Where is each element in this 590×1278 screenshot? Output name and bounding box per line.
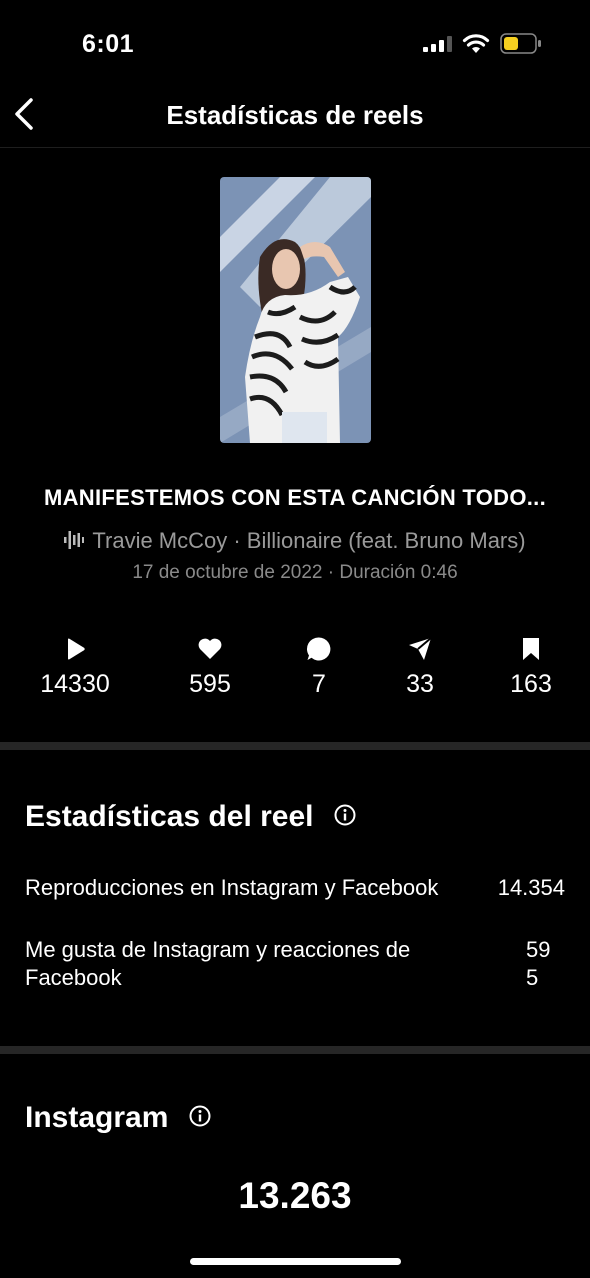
likes-reactions-value-line2: 5	[526, 965, 539, 990]
status-time: 6:01	[82, 30, 135, 58]
plays-ig-fb-label: Reproducciones en Instagram y Facebook	[25, 875, 439, 900]
header-divider	[0, 147, 590, 148]
wifi-icon	[462, 34, 490, 53]
likes-reactions-label: Me gusta de Instagram y reacciones de Fa…	[25, 936, 410, 992]
stat-plays: 14330	[15, 636, 135, 699]
bookmark-icon	[523, 638, 539, 660]
info-icon[interactable]	[334, 804, 356, 826]
instagram-title-text: Instagram	[25, 1101, 169, 1134]
play-icon	[68, 638, 85, 660]
stat-shares: 33	[360, 636, 480, 699]
heart-icon	[198, 638, 222, 659]
page-title: Estadísticas de reels	[166, 100, 424, 130]
stat-plays-value: 14330	[40, 670, 110, 698]
audio-waveform-icon	[64, 531, 85, 550]
instagram-section-title: Instagram	[25, 1101, 211, 1135]
stat-shares-value: 33	[406, 670, 434, 698]
section-divider	[0, 1046, 590, 1054]
likes-reactions-label-line1: Me gusta de Instagram y reacciones de	[25, 937, 411, 962]
comment-icon	[306, 637, 331, 661]
reel-stats-title-text: Estadísticas del reel	[25, 800, 314, 833]
likes-reactions-label-line2: Facebook	[25, 965, 122, 990]
stat-saves-value: 163	[510, 670, 552, 698]
reel-caption: MANIFESTEMOS CON ESTA CANCIÓN TODO...	[43, 485, 547, 510]
home-indicator[interactable]	[190, 1258, 401, 1265]
info-icon[interactable]	[189, 1105, 211, 1127]
likes-reactions-value-line1: 59	[526, 937, 551, 962]
reel-audio[interactable]: Travie McCoy · Billionaire (feat. Bruno …	[0, 528, 590, 554]
audio-track-label: Travie McCoy · Billionaire (feat. Bruno …	[92, 528, 526, 553]
stat-likes-value: 595	[189, 670, 231, 698]
reel-stats-section-title: Estadísticas del reel	[25, 800, 356, 834]
reel-thumbnail[interactable]	[220, 177, 371, 443]
reel-date-duration: 17 de octubre de 2022 · Duración 0:46	[132, 562, 458, 583]
plays-ig-fb-value: 14.354	[497, 875, 565, 900]
share-icon	[409, 637, 432, 660]
battery-icon	[500, 33, 541, 54]
section-divider	[0, 742, 590, 750]
cellular-signal-icon	[423, 36, 452, 52]
likes-reactions-value: 59 5	[526, 936, 550, 992]
stat-likes: 595	[150, 636, 270, 699]
stat-saves: 163	[471, 636, 590, 699]
instagram-plays-value: 13.263	[238, 1175, 352, 1216]
